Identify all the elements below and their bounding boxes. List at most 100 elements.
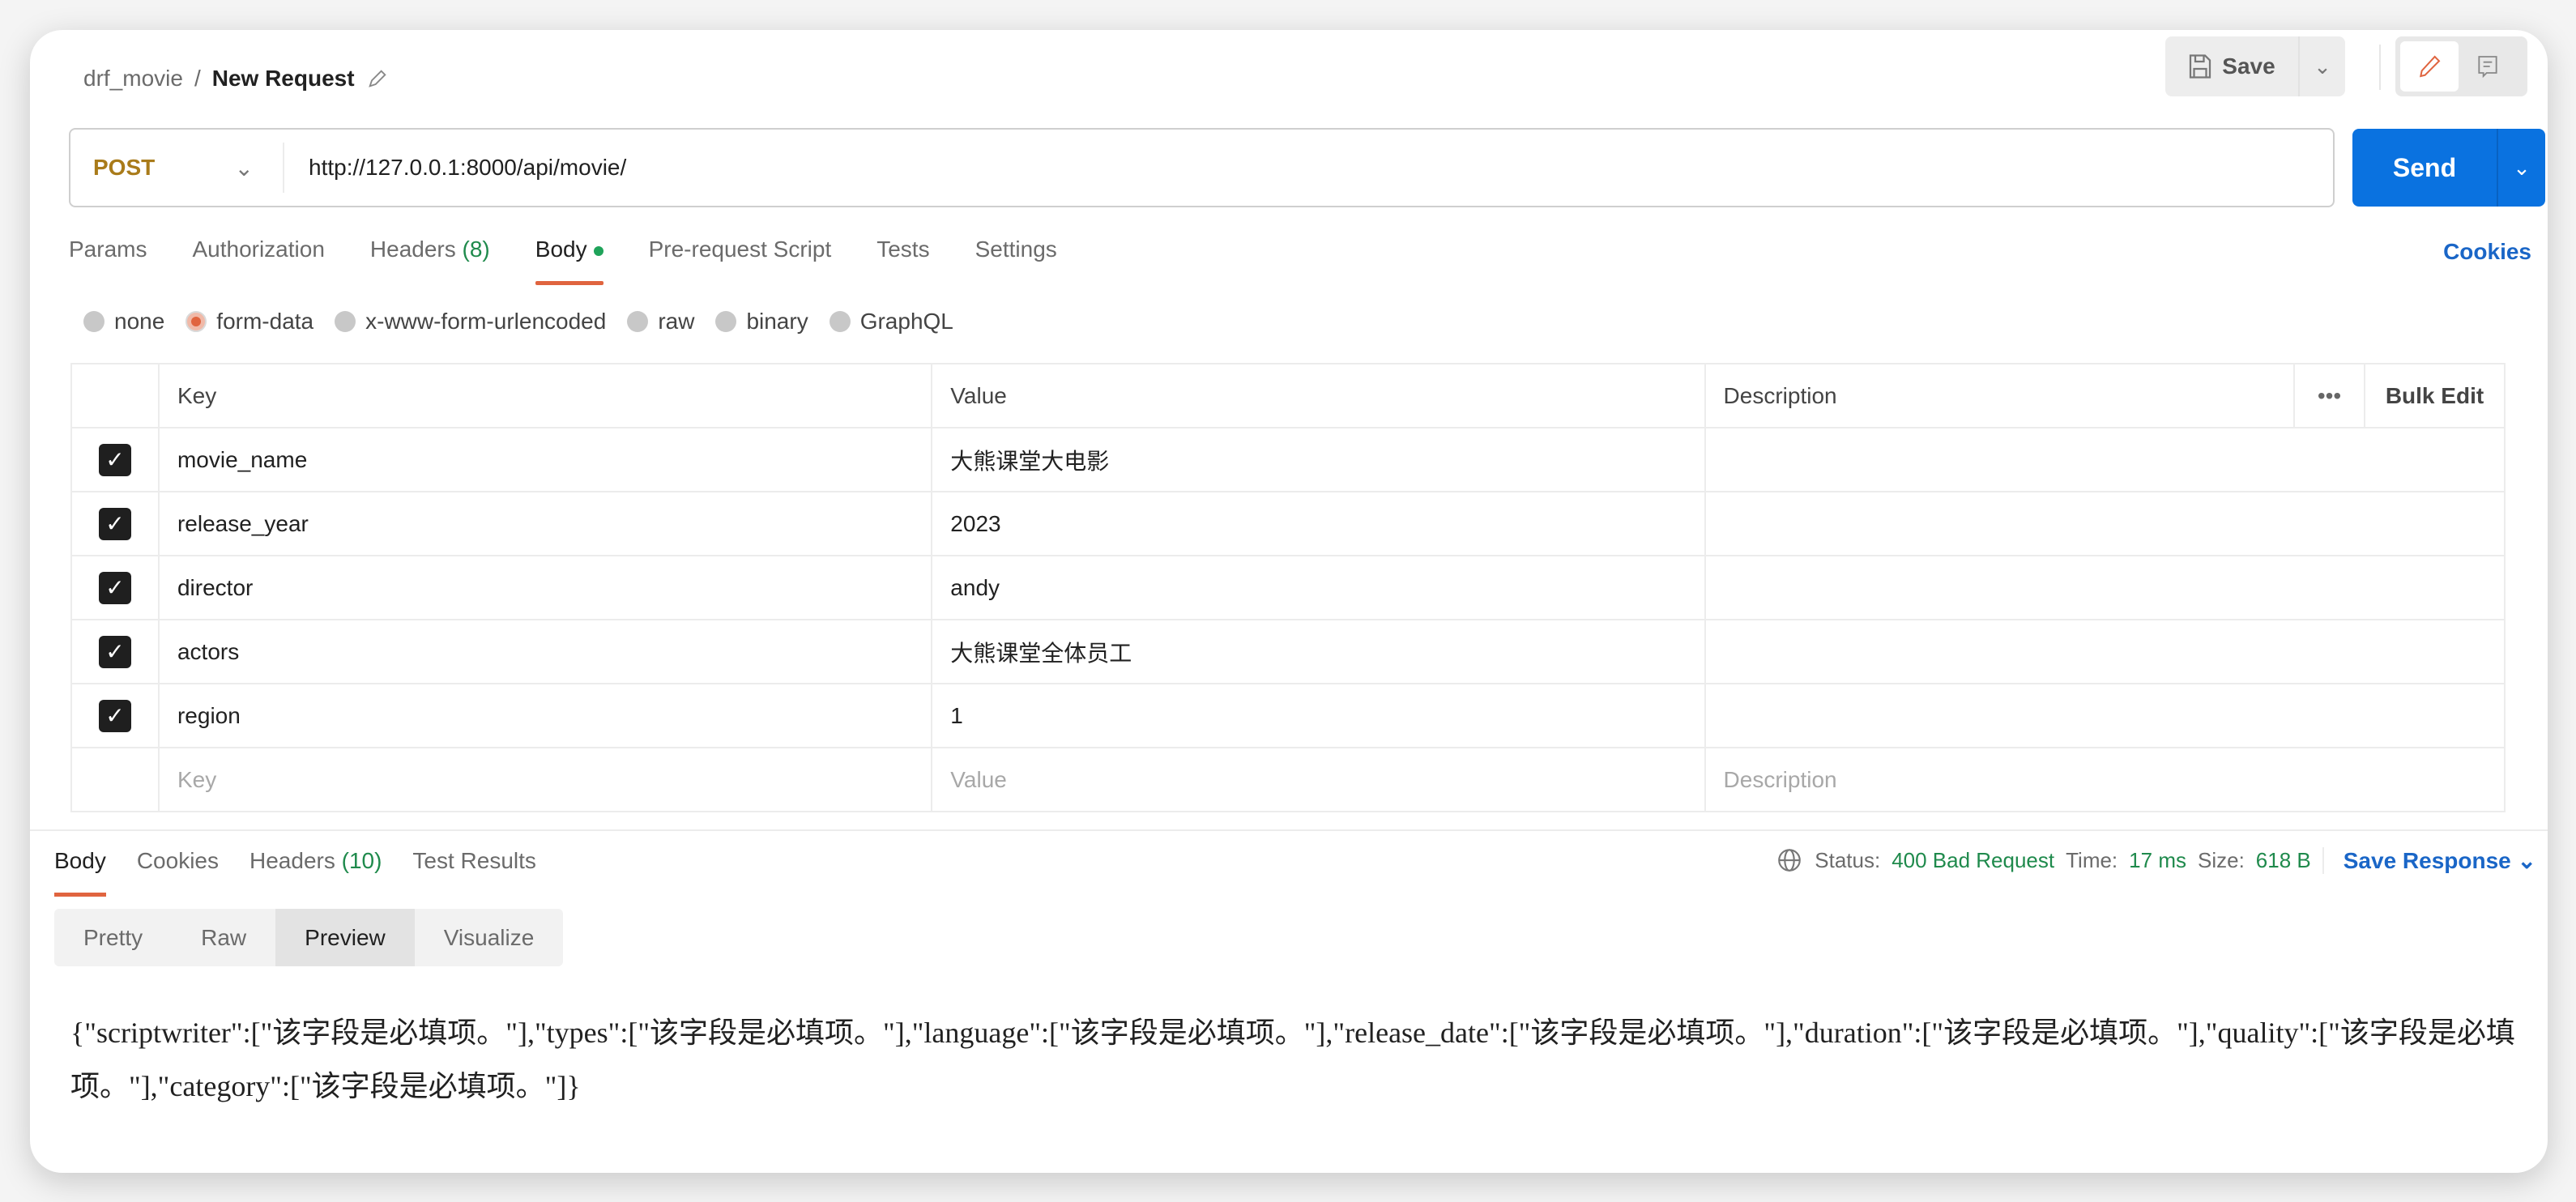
table-row: ✓ region 1 [70, 683, 2506, 748]
row-value[interactable]: 大熊课堂大电影 [931, 427, 1706, 492]
radio-raw[interactable]: raw [627, 309, 694, 335]
row-checkbox[interactable]: ✓ [70, 683, 160, 748]
row-description[interactable] [1704, 555, 2506, 620]
table-row-new: Key Value Description [70, 747, 2506, 812]
new-value-input[interactable]: Value [931, 747, 1706, 812]
response-view-selector: Pretty Raw Preview Visualize [54, 909, 564, 966]
checkmark-icon: ✓ [98, 571, 131, 604]
cookies-link[interactable]: Cookies [2443, 239, 2531, 265]
send-dropdown-chevron-icon[interactable]: ⌄ [2497, 129, 2545, 207]
save-dropdown-chevron-icon[interactable]: ⌄ [2298, 36, 2345, 96]
checkmark-icon: ✓ [98, 443, 131, 476]
tab-params[interactable]: Params [69, 237, 147, 285]
collection-link[interactable]: drf_movie [83, 66, 183, 92]
row-description[interactable] [1704, 491, 2506, 556]
radio-circle [829, 311, 851, 332]
view-visualize[interactable]: Visualize [415, 909, 564, 966]
save-response-label: Save Response [2343, 847, 2511, 873]
view-pretty[interactable]: Pretty [54, 909, 172, 966]
row-checkbox[interactable]: ✓ [70, 555, 160, 620]
more-options-icon[interactable]: ••• [2293, 363, 2366, 428]
radio-label: none [114, 309, 165, 334]
pencil-icon [2420, 55, 2441, 78]
request-tabs: Params Authorization Headers (8) Body Pr… [69, 237, 1057, 285]
url-input[interactable]: http://127.0.0.1:8000/api/movie/ [284, 155, 626, 181]
send-button-group: Send ⌄ [2352, 129, 2545, 207]
response-headers-label: Headers [249, 848, 335, 873]
table-header: Key Value Description ••• Bulk Edit [70, 363, 2506, 428]
row-checkbox[interactable]: ✓ [70, 619, 160, 684]
edit-pencil-icon[interactable] [366, 67, 389, 90]
form-data-table: Key Value Description ••• Bulk Edit ✓ mov… [70, 363, 2506, 812]
tab-authorization[interactable]: Authorization [192, 237, 324, 285]
comments-button[interactable] [2459, 41, 2517, 92]
response-tab-body[interactable]: Body [54, 848, 106, 897]
size-value[interactable]: 618 B [2256, 848, 2311, 873]
response-tabs: Body Cookies Headers (10) Test Results [54, 848, 536, 897]
method-select[interactable]: POST ⌄ [70, 143, 284, 193]
row-description[interactable] [1704, 427, 2506, 492]
row-key[interactable]: region [157, 683, 933, 748]
tab-headers[interactable]: Headers (8) [370, 237, 490, 285]
view-raw[interactable]: Raw [172, 909, 275, 966]
table-row: ✓ actors 大熊课堂全体员工 [70, 619, 2506, 684]
table-row: ✓ movie_name 大熊课堂大电影 [70, 427, 2506, 492]
bulk-edit-button[interactable]: Bulk Edit [2364, 363, 2506, 428]
radio-circle [715, 311, 737, 332]
pane-divider[interactable] [30, 829, 2548, 831]
checkmark-icon: ✓ [98, 507, 131, 540]
radio-label: GraphQL [859, 309, 953, 334]
row-description[interactable] [1704, 619, 2506, 684]
save-response-button[interactable]: Save Response ⌄ [2322, 846, 2536, 874]
time-value[interactable]: 17 ms [2129, 848, 2186, 873]
response-tab-headers[interactable]: Headers (10) [249, 848, 382, 897]
status-value[interactable]: 400 Bad Request [1891, 848, 2054, 873]
tab-settings[interactable]: Settings [975, 237, 1057, 285]
edit-mode-button[interactable] [2400, 41, 2459, 92]
radio-circle-selected [186, 311, 207, 332]
method-value: POST [93, 155, 156, 180]
radio-form-data[interactable]: form-data [186, 309, 313, 335]
response-tab-cookies[interactable]: Cookies [137, 848, 219, 897]
response-headers-count: (10) [341, 848, 382, 873]
new-key-input[interactable]: Key [157, 747, 933, 812]
checkmark-icon: ✓ [98, 699, 131, 732]
size-label: Size: [2197, 847, 2245, 872]
view-preview[interactable]: Preview [275, 909, 415, 966]
row-value[interactable]: 1 [931, 683, 1706, 748]
send-button[interactable]: Send [2352, 129, 2497, 207]
response-status-bar: Status: 400 Bad Request Time: 17 ms Size: 6… [1776, 846, 2536, 874]
row-value[interactable]: 2023 [931, 491, 1706, 556]
row-key[interactable]: release_year [157, 491, 933, 556]
radio-graphql[interactable]: GraphQL [829, 309, 953, 335]
row-key[interactable]: director [157, 555, 933, 620]
table-row: ✓ release_year 2023 [70, 491, 2506, 556]
request-window: drf_movie / New Request Save ⌄ POST ⌄ htt… [30, 30, 2548, 1173]
tab-tests[interactable]: Tests [876, 237, 929, 285]
row-value[interactable]: 大熊课堂全体员工 [931, 619, 1706, 684]
globe-icon[interactable] [1776, 846, 1803, 874]
tab-pre-request-script[interactable]: Pre-request Script [649, 237, 832, 285]
tab-body[interactable]: Body [535, 237, 603, 285]
request-name[interactable]: New Request [212, 66, 355, 92]
radio-none[interactable]: none [83, 309, 164, 335]
row-checkbox[interactable]: ✓ [70, 491, 160, 556]
breadcrumb-separator: / [194, 66, 201, 91]
divider [2379, 45, 2381, 90]
radio-binary[interactable]: binary [715, 309, 808, 335]
header-check [70, 363, 160, 428]
radio-urlencoded[interactable]: x-www-form-urlencoded [335, 309, 606, 335]
chevron-down-icon: ⌄ [234, 155, 254, 181]
save-icon [2190, 54, 2211, 79]
response-tab-test-results[interactable]: Test Results [412, 848, 536, 897]
row-key[interactable]: actors [157, 619, 933, 684]
url-bar: POST ⌄ http://127.0.0.1:8000/api/movie/ [69, 128, 2335, 207]
row-checkbox[interactable]: ✓ [70, 427, 160, 492]
new-description-input[interactable]: Description [1704, 747, 2506, 812]
breadcrumb: drf_movie / New Request [83, 66, 389, 92]
row-description[interactable] [1704, 683, 2506, 748]
row-value[interactable]: andy [931, 555, 1706, 620]
row-key[interactable]: movie_name [157, 427, 933, 492]
save-button[interactable]: Save [2165, 36, 2298, 96]
comment-icon [2478, 56, 2497, 79]
